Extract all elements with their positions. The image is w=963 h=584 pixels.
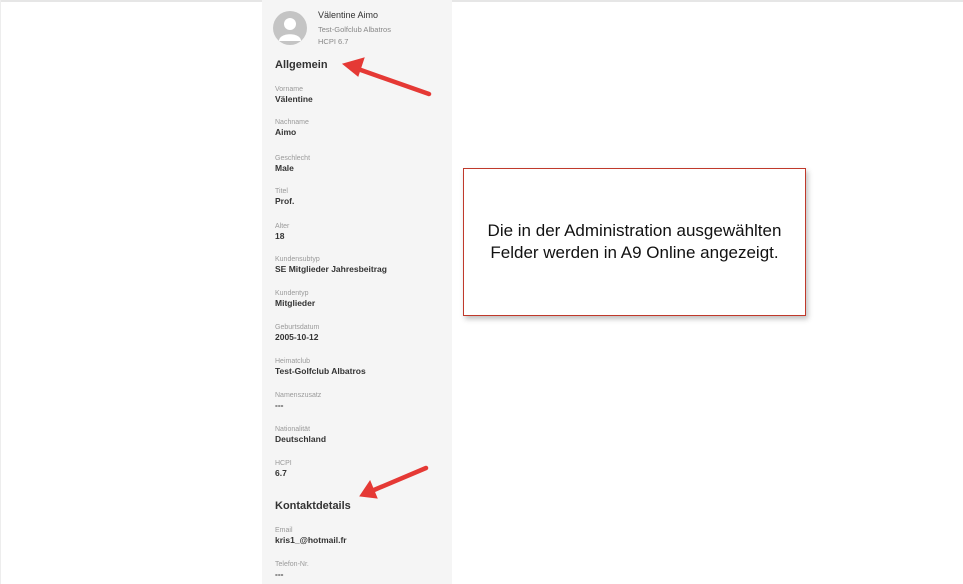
field-customer-type: Kundentyp Mitglieder — [275, 289, 450, 309]
field-value: Deutschland — [275, 434, 327, 444]
field-value: Male — [275, 163, 294, 173]
field-value: Mitglieder — [275, 298, 316, 308]
section-heading-general: Allgemein — [275, 59, 328, 71]
field-value: kris1_@hotmail.fr — [275, 535, 347, 545]
field-label: Nationalität — [275, 426, 311, 433]
field-label: Geburtsdatum — [275, 324, 320, 331]
field-label: Heimatclub — [275, 358, 311, 365]
field-value: SE Mitglieder Jahresbeitrag — [275, 264, 387, 274]
field-age: Alter 18 — [275, 222, 450, 242]
callout-text: Die in der Administration ausgewählten F… — [487, 221, 782, 262]
avatar — [273, 11, 307, 45]
field-last-name: Nachname Aimo — [275, 118, 450, 138]
field-label: Vorname — [275, 86, 304, 93]
annotation-callout: Die in der Administration ausgewählten F… — [463, 168, 806, 316]
field-value: Aimo — [275, 127, 297, 137]
field-hcpi: HCPI 6.7 — [275, 459, 450, 479]
user-icon — [279, 18, 301, 41]
field-label: Email — [275, 527, 293, 534]
field-value: --- — [275, 569, 284, 579]
field-birth-date: Geburtsdatum 2005-10-12 — [275, 323, 450, 343]
field-label: Kundensubtyp — [275, 256, 320, 263]
field-label: Geschlecht — [275, 155, 311, 162]
profile-hcpi: HCPI 6.7 — [318, 37, 349, 46]
field-value: --- — [275, 400, 284, 410]
field-customer-subtype: Kundensubtyp SE Mitglieder Jahresbeitrag — [275, 255, 450, 275]
field-value: 18 — [275, 231, 285, 241]
field-label: Telefon-Nr. — [275, 561, 309, 568]
field-value: Välentine — [275, 94, 313, 104]
field-label: Titel — [275, 188, 288, 195]
section-heading-contact: Kontaktdetails — [275, 500, 351, 512]
field-name-suffix: Namenszusatz --- — [275, 391, 450, 411]
field-value: Prof. — [275, 196, 295, 206]
field-label: Namenszusatz — [275, 392, 322, 399]
field-first-name: Vorname Välentine — [275, 85, 450, 105]
field-value: Test-Golfclub Albatros — [275, 366, 366, 376]
field-phone: Telefon-Nr. --- — [275, 560, 450, 580]
profile-club: Test-Golfclub Albatros — [318, 25, 391, 34]
left-divider — [0, 0, 1, 584]
profile-name: Välentine Aimo — [318, 10, 379, 20]
field-email: Email kris1_@hotmail.fr — [275, 526, 450, 546]
field-nationality: Nationalität Deutschland — [275, 425, 450, 445]
field-value: 6.7 — [275, 468, 287, 478]
field-label: Alter — [275, 223, 290, 230]
field-value: 2005-10-12 — [275, 332, 319, 342]
field-gender: Geschlecht Male — [275, 154, 450, 174]
field-label: HCPI — [275, 460, 292, 467]
field-home-club: Heimatclub Test-Golfclub Albatros — [275, 357, 450, 377]
field-label: Kundentyp — [275, 290, 309, 297]
top-divider — [0, 0, 963, 2]
field-label: Nachname — [275, 119, 309, 126]
field-title: Titel Prof. — [275, 187, 450, 207]
